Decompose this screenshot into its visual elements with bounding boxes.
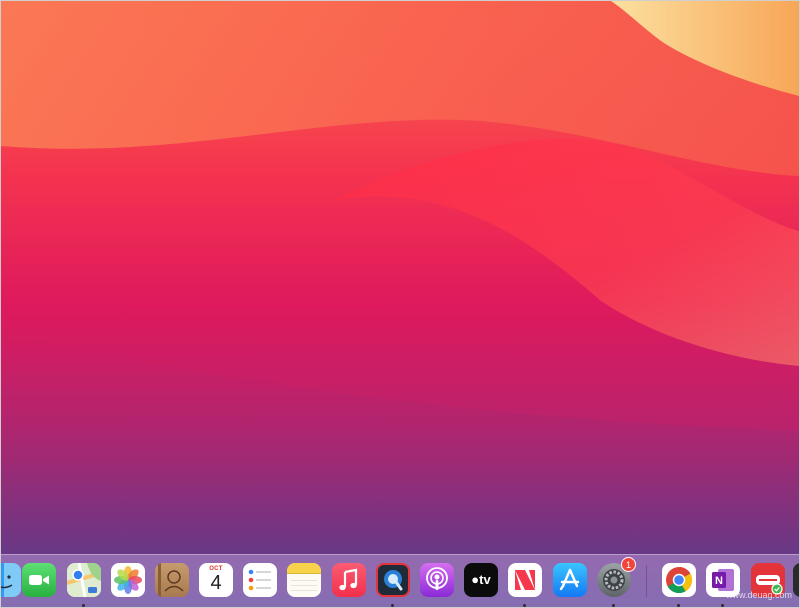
- contacts-icon: [158, 563, 184, 597]
- partial-app-icon: [793, 563, 799, 597]
- dock-item-chrome[interactable]: [662, 563, 696, 597]
- watermark-text: www.deuag.com: [725, 590, 792, 600]
- dock-item-podcasts[interactable]: [420, 563, 454, 597]
- running-indicator-maps: [82, 604, 85, 607]
- running-indicator-news: [523, 604, 526, 607]
- dock-item-calendar[interactable]: OCT 4: [199, 563, 233, 597]
- music-icon: [339, 568, 358, 591]
- running-indicator-onenote: [721, 604, 724, 607]
- running-indicator-quicktime: [391, 604, 394, 607]
- notes-icon: [287, 563, 321, 591]
- dock-item-facetime[interactable]: [22, 563, 56, 597]
- podcasts-icon: [426, 567, 448, 590]
- desktop-wallpaper: [1, 1, 799, 607]
- dock: OCT 4 ●tv N: [1, 554, 799, 607]
- finder-icon: [1, 575, 13, 589]
- onenote-letter: N: [715, 575, 723, 587]
- running-indicator-system-preferences: [612, 604, 615, 607]
- maps-icon: [67, 563, 101, 597]
- dock-item-news[interactable]: [508, 563, 542, 597]
- dock-item-appstore[interactable]: [553, 563, 587, 597]
- wallpaper-art: [1, 1, 799, 607]
- news-icon: [515, 570, 535, 590]
- facetime-icon: [29, 575, 49, 585]
- dock-item-appletv[interactable]: ●tv: [464, 563, 498, 597]
- reminders-icon: [248, 569, 271, 591]
- dock-separator: [646, 565, 647, 597]
- notification-badge: 1: [621, 557, 636, 572]
- apple-logo-icon: ●: [471, 572, 480, 587]
- appletv-label: ●tv: [471, 572, 491, 587]
- dock-item-quicktime[interactable]: [376, 563, 410, 597]
- running-indicator-chrome: [677, 604, 680, 607]
- photos-icon: [114, 566, 142, 594]
- calendar-day: 4: [210, 572, 222, 594]
- dock-item-photos[interactable]: [111, 563, 145, 597]
- chrome-icon: [666, 566, 693, 594]
- dock-item-partial-app[interactable]: [793, 563, 799, 597]
- desktop-screen: OCT 4 ●tv N 1 www.deuag.com: [0, 0, 800, 608]
- dock-item-contacts[interactable]: [155, 563, 189, 597]
- dock-item-reminders[interactable]: [243, 563, 277, 597]
- dock-item-notes[interactable]: [287, 563, 321, 597]
- dock-item-maps[interactable]: [67, 563, 101, 597]
- appstore-icon: [559, 568, 580, 591]
- dock-item-finder[interactable]: [1, 563, 21, 597]
- dock-item-music[interactable]: [332, 563, 366, 597]
- quicktime-icon: [384, 570, 403, 591]
